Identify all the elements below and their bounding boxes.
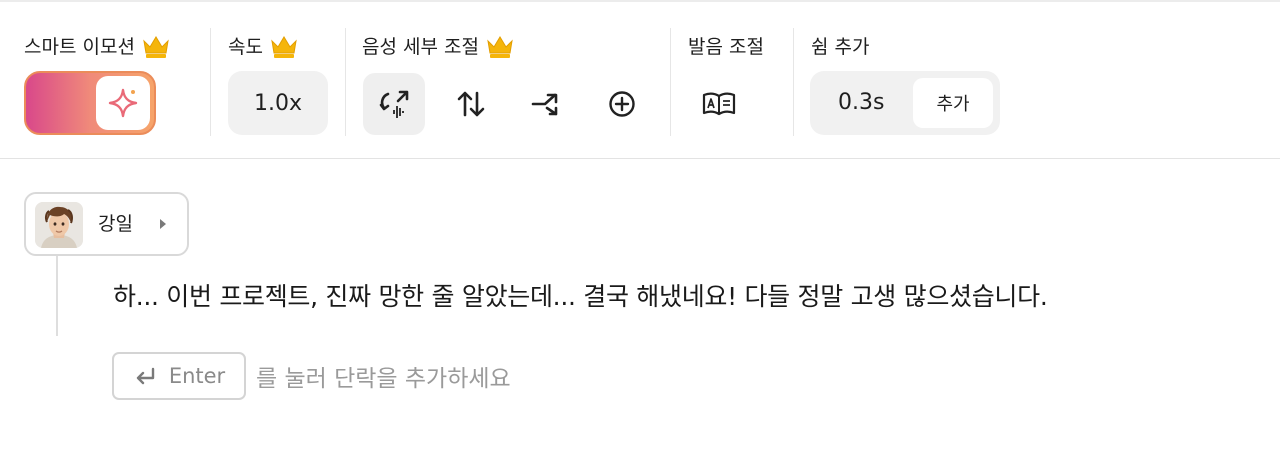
- pause-control: 0.3s 추가: [810, 71, 1000, 135]
- speed-selector[interactable]: 1.0x: [228, 71, 328, 135]
- pronunciation-button[interactable]: [688, 73, 750, 135]
- speaker-name: 강일: [98, 213, 133, 235]
- voice-change-icon: [379, 90, 409, 118]
- pause-label: 쉼 추가: [811, 36, 870, 58]
- smart-emotion-toggle[interactable]: [24, 71, 156, 135]
- toolbar: 스마트 이모션 속도 1.0x 음성 세부 조절 발음 조절 쉼 추가 0.3s…: [0, 2, 1280, 158]
- toolbar-separator: [210, 28, 211, 136]
- pause-value[interactable]: 0.3s: [838, 71, 884, 135]
- toolbar-separator: [670, 28, 671, 136]
- add-pause-button[interactable]: 추가: [913, 78, 993, 128]
- add-effect-button[interactable]: [591, 73, 653, 135]
- shuffle-button[interactable]: [515, 73, 577, 135]
- pitch-icon: [457, 91, 485, 117]
- enter-icon: [136, 367, 155, 385]
- enter-hint: Enter 를 눌러 단락을 추가하세요: [112, 352, 511, 400]
- paragraph-text[interactable]: 하... 이번 프로젝트, 진짜 망한 줄 알았는데... 결국 해냈네요! 다…: [113, 277, 1048, 313]
- enter-hint-text: 를 눌러 단락을 추가하세요: [256, 366, 511, 392]
- shuffle-icon: [531, 93, 558, 116]
- speed-label: 속도: [228, 32, 299, 59]
- dictionary-icon: [702, 92, 736, 116]
- enter-key: Enter: [112, 352, 246, 400]
- avatar: [35, 202, 83, 248]
- toolbar-divider: [0, 158, 1280, 159]
- pitch-button[interactable]: [440, 73, 502, 135]
- paragraph-connector: [56, 256, 58, 336]
- crown-icon: [487, 35, 513, 58]
- caret-right-icon: [160, 219, 166, 229]
- crown-icon: [271, 35, 297, 58]
- voice-change-button[interactable]: [363, 73, 425, 135]
- pronunciation-label: 발음 조절: [688, 36, 764, 58]
- add-circle-icon: [609, 91, 635, 117]
- toolbar-separator: [345, 28, 346, 136]
- smart-emotion-label: 스마트 이모션: [24, 32, 171, 59]
- sparkle-icon: [96, 76, 150, 130]
- toolbar-separator: [793, 28, 794, 136]
- speaker-selector[interactable]: 강일: [24, 192, 189, 256]
- crown-icon: [143, 35, 169, 58]
- voice-detail-label: 음성 세부 조절: [362, 32, 515, 59]
